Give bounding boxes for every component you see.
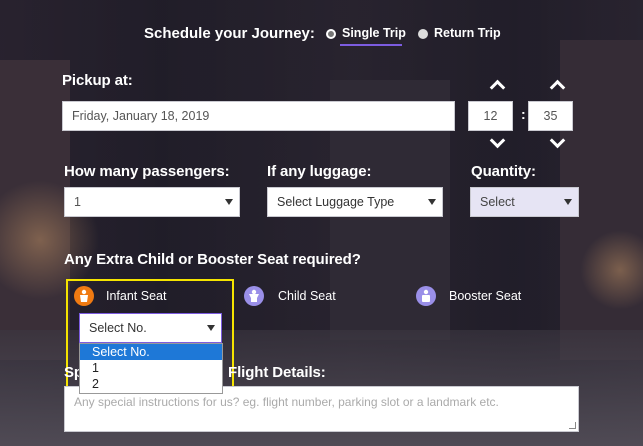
- return-trip-option[interactable]: Return Trip: [418, 24, 508, 46]
- hour-value: 12: [483, 109, 498, 123]
- pickup-date-input[interactable]: Friday, January 18, 2019: [62, 101, 455, 131]
- pickup-label: Pickup at:: [62, 72, 133, 89]
- instructions-placeholder: Any special instructions for us? eg. fli…: [74, 395, 499, 409]
- instructions-label-right: Flight Details:: [228, 364, 326, 381]
- infant-seat-option[interactable]: Infant Seat: [74, 286, 184, 308]
- child-seat-label: Child Seat: [278, 289, 336, 303]
- journey-title: Schedule your Journey:: [144, 25, 315, 42]
- chevron-down-icon: [225, 199, 233, 205]
- infant-seat-icon: [74, 286, 94, 306]
- dropdown-option[interactable]: 2: [80, 376, 222, 392]
- time-separator: :: [521, 106, 526, 122]
- booster-seat-option[interactable]: Booster Seat: [416, 286, 536, 308]
- infant-seat-label: Infant Seat: [106, 289, 167, 303]
- quantity-label: Quantity:: [471, 163, 536, 180]
- passengers-value: 1: [74, 195, 81, 209]
- single-trip-underline: [340, 44, 402, 46]
- luggage-select[interactable]: Select Luggage Type: [267, 187, 443, 217]
- return-trip-label: Return Trip: [434, 26, 501, 40]
- child-seat-icon: [244, 286, 264, 306]
- minute-input[interactable]: 35: [528, 101, 573, 131]
- passengers-label: How many passengers:: [64, 163, 230, 180]
- chevron-down-icon: [428, 199, 436, 205]
- quantity-value: Select: [480, 195, 515, 209]
- pickup-date-value: Friday, January 18, 2019: [72, 109, 210, 123]
- street-light-glow: [580, 230, 643, 310]
- return-trip-radio[interactable]: [418, 29, 428, 39]
- infant-seat-select[interactable]: Select No.: [79, 313, 222, 343]
- booster-seat-icon: [416, 286, 436, 306]
- dropdown-option[interactable]: 1: [80, 360, 222, 376]
- resize-handle-icon[interactable]: [569, 422, 576, 429]
- booster-seat-label: Booster Seat: [449, 289, 522, 303]
- chevron-down-icon: [207, 325, 215, 331]
- extra-seat-label: Any Extra Child or Booster Seat required…: [64, 251, 361, 268]
- child-seat-option[interactable]: Child Seat: [244, 286, 354, 308]
- dropdown-option[interactable]: Select No.: [80, 344, 222, 360]
- hour-input[interactable]: 12: [468, 101, 513, 131]
- passengers-select[interactable]: 1: [64, 187, 240, 217]
- quantity-select[interactable]: Select: [470, 187, 579, 217]
- infant-seat-dropdown[interactable]: Select No. 1 2: [79, 343, 223, 394]
- single-trip-option[interactable]: Single Trip: [326, 24, 406, 46]
- luggage-label: If any luggage:: [267, 163, 372, 180]
- single-trip-label: Single Trip: [342, 26, 406, 40]
- minute-value: 35: [543, 109, 558, 123]
- infant-seat-select-value: Select No.: [89, 321, 147, 335]
- luggage-value: Select Luggage Type: [277, 195, 395, 209]
- single-trip-radio[interactable]: [326, 29, 336, 39]
- chevron-down-icon: [564, 199, 572, 205]
